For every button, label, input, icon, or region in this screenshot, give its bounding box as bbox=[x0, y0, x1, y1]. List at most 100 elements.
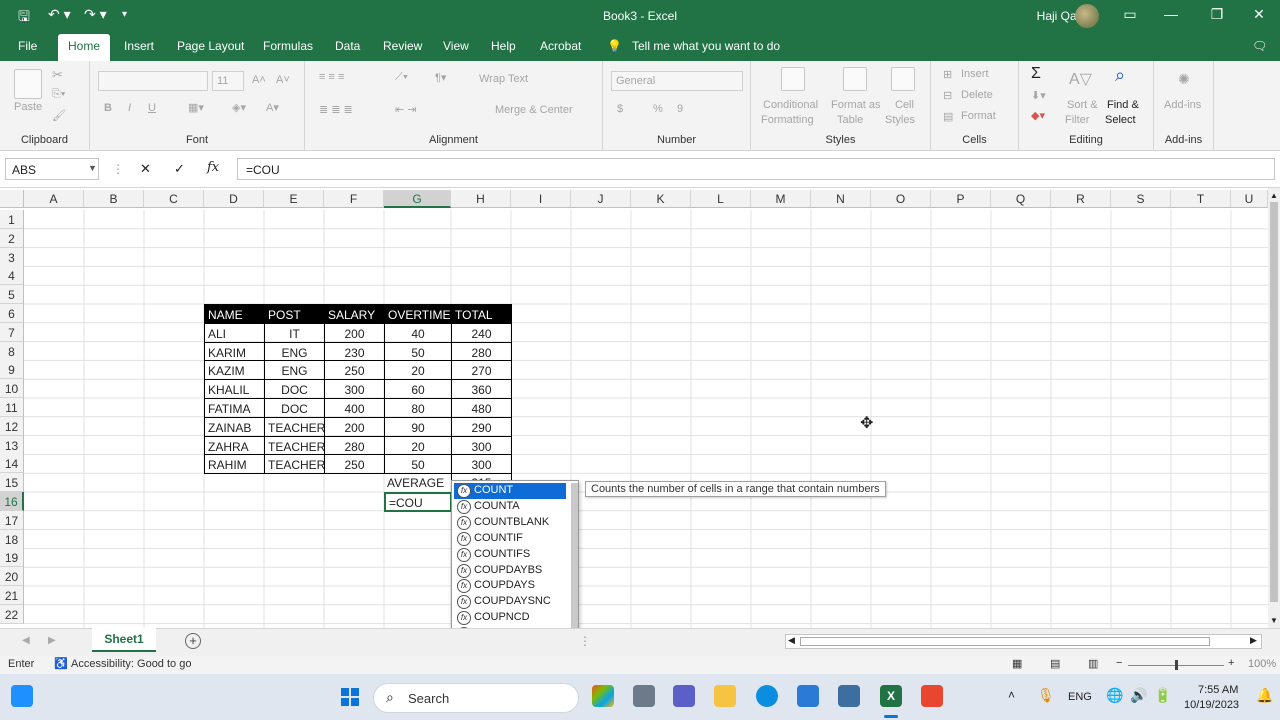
accessibility-status[interactable]: Accessibility: Good to go bbox=[71, 658, 191, 670]
tab-home[interactable]: Home bbox=[58, 34, 111, 61]
table-cell[interactable]: 300 bbox=[324, 379, 385, 399]
font-color-icon[interactable]: A▾ bbox=[266, 101, 279, 114]
prev-sheet-icon[interactable]: ◀ bbox=[22, 635, 30, 646]
currency-button[interactable]: $ bbox=[617, 103, 623, 115]
paste-button[interactable]: Paste bbox=[14, 101, 42, 113]
autosum-icon[interactable]: Σ bbox=[1031, 65, 1041, 83]
merge-center-button[interactable]: Merge & Center bbox=[495, 104, 573, 116]
autocomplete-item[interactable]: fx COUPNCD bbox=[454, 610, 566, 626]
addins-button[interactable]: Add-ins bbox=[1164, 99, 1201, 111]
table-cell[interactable]: 480 bbox=[451, 398, 512, 418]
table-header-cell[interactable]: OVERTIME bbox=[384, 304, 452, 324]
sheet-tab-sheet1[interactable]: Sheet1 bbox=[92, 628, 156, 652]
notifications-icon[interactable]: 🔔 bbox=[1256, 687, 1273, 704]
underline-button[interactable]: U bbox=[148, 102, 156, 114]
table-cell[interactable]: 50 bbox=[384, 341, 452, 362]
tab-page-layout[interactable]: Page Layout bbox=[177, 39, 244, 53]
windows-start-icon[interactable] bbox=[341, 688, 359, 706]
tab-insert[interactable]: Insert bbox=[124, 39, 154, 53]
table-cell[interactable]: 360 bbox=[451, 379, 512, 399]
table-cell[interactable]: 20 bbox=[384, 435, 452, 456]
conditional-formatting-label2[interactable]: Formatting bbox=[761, 114, 814, 126]
align-left-icon[interactable]: ≣ ≣ ≣ bbox=[319, 103, 353, 116]
format-table-label1[interactable]: Format as bbox=[831, 99, 881, 111]
table-cell[interactable]: 50 bbox=[384, 454, 452, 475]
format-as-table-icon[interactable] bbox=[843, 67, 867, 91]
clock-time[interactable]: 7:55 AM bbox=[1198, 684, 1238, 696]
table-cell[interactable]: 300 bbox=[451, 435, 512, 456]
table-header-cell[interactable]: POST bbox=[264, 304, 325, 324]
insert-function-icon[interactable]: fx bbox=[207, 160, 219, 175]
conditional-formatting-icon[interactable] bbox=[781, 67, 805, 91]
autocomplete-item[interactable]: fx COUPDAYSNC bbox=[454, 594, 566, 610]
paste-icon[interactable] bbox=[14, 69, 42, 99]
delete-cells-button[interactable]: Delete bbox=[961, 89, 993, 101]
next-sheet-icon[interactable]: ▶ bbox=[48, 635, 56, 646]
orientation-icon[interactable]: ⟋▾ bbox=[395, 71, 408, 84]
format-painter-icon[interactable]: 🖌 bbox=[52, 109, 66, 122]
cell-styles-label1[interactable]: Cell bbox=[895, 99, 914, 111]
insert-cells-icon[interactable]: ⊞ bbox=[943, 68, 952, 81]
conditional-formatting-label1[interactable]: Conditional bbox=[763, 99, 818, 111]
table-cell[interactable]: TEACHER bbox=[264, 454, 325, 475]
table-cell[interactable]: 250 bbox=[324, 454, 385, 475]
autocomplete-item[interactable]: fx COUPDAYBS bbox=[454, 563, 566, 579]
app-icon[interactable] bbox=[838, 685, 860, 707]
file-explorer-icon[interactable] bbox=[714, 685, 736, 707]
autocomplete-item[interactable]: fx COUNTBLANK bbox=[454, 515, 566, 531]
format-table-label2[interactable]: Table bbox=[837, 114, 863, 126]
tab-review[interactable]: Review bbox=[383, 39, 422, 53]
table-cell[interactable]: 230 bbox=[324, 341, 385, 362]
number-format-select[interactable]: General bbox=[611, 71, 743, 91]
vertical-scrollbar[interactable]: ▲ ▼ bbox=[1268, 188, 1280, 628]
table-header-cell[interactable]: SALARY bbox=[324, 304, 385, 324]
active-cell-editor[interactable]: =COU bbox=[384, 492, 452, 512]
table-cell[interactable]: 200 bbox=[324, 322, 385, 343]
average-label[interactable]: AVERAGE bbox=[384, 473, 452, 493]
copilot-icon[interactable] bbox=[592, 685, 614, 707]
network-icon[interactable]: 🌐 bbox=[1106, 687, 1123, 704]
comma-button[interactable]: 9 bbox=[677, 103, 683, 115]
tab-formulas[interactable]: Formulas bbox=[263, 39, 313, 53]
copy-icon[interactable]: ⎘▾ bbox=[52, 88, 65, 101]
worksheet-grid[interactable]: ABCDEFGHIJKLMNOPQRSTU 1 2 3 4 5 6 7 8 9 10 11 12 13 1… bbox=[0, 188, 1268, 628]
zoom-in-icon[interactable]: + bbox=[1228, 657, 1234, 669]
tab-split-handle[interactable]: ⋮ bbox=[579, 634, 591, 648]
borders-icon[interactable]: ▦▾ bbox=[188, 101, 204, 114]
clear-icon[interactable]: ◆▾ bbox=[1031, 109, 1045, 122]
table-cell[interactable]: KHALIL bbox=[204, 379, 265, 399]
table-cell[interactable]: 280 bbox=[324, 435, 385, 456]
table-cell[interactable]: TEACHER bbox=[264, 435, 325, 456]
page-layout-view-icon[interactable]: ▤ bbox=[1050, 657, 1060, 670]
maximize-icon[interactable]: ❐ bbox=[1202, 6, 1232, 23]
table-cell[interactable]: ALI bbox=[204, 322, 265, 343]
tab-view[interactable]: View bbox=[443, 39, 469, 53]
zoom-slider-thumb[interactable] bbox=[1175, 660, 1178, 670]
task-view-icon[interactable] bbox=[633, 685, 655, 707]
table-cell[interactable]: DOC bbox=[264, 398, 325, 418]
cancel-icon[interactable]: ✕ bbox=[140, 161, 151, 177]
table-header-cell[interactable]: NAME bbox=[204, 304, 265, 324]
insert-cells-button[interactable]: Insert bbox=[961, 68, 989, 80]
comments-icon[interactable]: 🗨 bbox=[1252, 39, 1267, 53]
show-hidden-icons-icon[interactable]: ˄ bbox=[1008, 688, 1015, 702]
language-indicator[interactable]: ENG bbox=[1068, 691, 1092, 703]
scroll-right-icon[interactable]: ▶ bbox=[1250, 635, 1257, 646]
scroll-left-icon[interactable]: ◀ bbox=[788, 635, 795, 646]
volume-icon[interactable]: 🔊 bbox=[1130, 687, 1147, 704]
hscroll-thumb[interactable] bbox=[800, 637, 1210, 646]
autocomplete-item[interactable]: fx COUNTIF bbox=[454, 531, 566, 547]
format-cells-button[interactable]: Format bbox=[961, 110, 996, 122]
taskbar-search[interactable]: ⌕ Search bbox=[373, 683, 579, 713]
zoom-level[interactable]: 100% bbox=[1248, 658, 1276, 670]
excel-taskbar-icon[interactable]: X bbox=[880, 685, 902, 707]
table-cell[interactable]: 80 bbox=[384, 398, 452, 418]
table-cell[interactable]: ZAHRA bbox=[204, 435, 265, 456]
tab-help[interactable]: Help bbox=[491, 39, 516, 53]
cell-styles-label2[interactable]: Styles bbox=[885, 114, 915, 126]
table-cell[interactable]: ENG bbox=[264, 341, 325, 362]
percent-button[interactable]: % bbox=[653, 103, 663, 115]
table-cell[interactable]: 400 bbox=[324, 398, 385, 418]
table-cell[interactable]: 240 bbox=[451, 322, 512, 343]
tell-me-search[interactable]: Tell me what you want to do bbox=[632, 39, 780, 53]
